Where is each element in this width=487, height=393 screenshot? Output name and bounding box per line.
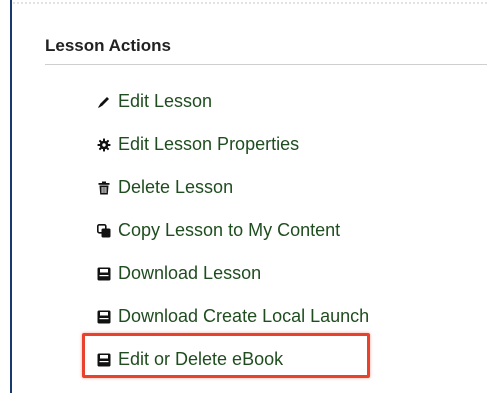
trash-icon	[96, 180, 112, 196]
save-icon	[96, 309, 112, 325]
lesson-actions-heading: Lesson Actions	[45, 36, 171, 55]
left-border	[10, 0, 12, 393]
edit-lesson-link[interactable]: Edit Lesson	[96, 80, 369, 123]
save-icon	[96, 352, 112, 368]
copy-lesson-link[interactable]: Copy Lesson to My Content	[96, 209, 369, 252]
edit-lesson-properties-link[interactable]: Edit Lesson Properties	[96, 123, 369, 166]
copy-icon	[96, 223, 112, 239]
edit-or-delete-ebook-label: Edit or Delete eBook	[118, 349, 284, 369]
edit-lesson-label: Edit Lesson	[118, 91, 213, 111]
edit-or-delete-ebook-link[interactable]: Edit or Delete eBook	[96, 338, 369, 381]
lesson-actions-list: Edit Lesson Edit Lesson Properties Delet…	[96, 80, 369, 381]
delete-lesson-link[interactable]: Delete Lesson	[96, 166, 369, 209]
top-dotted-border	[12, 0, 487, 6]
download-create-local-launch-link[interactable]: Download Create Local Launch	[96, 295, 369, 338]
save-icon	[96, 266, 112, 282]
delete-lesson-label: Delete Lesson	[118, 177, 234, 197]
download-create-local-launch-label: Download Create Local Launch	[118, 306, 370, 326]
download-lesson-label: Download Lesson	[118, 263, 262, 283]
pencil-icon	[96, 94, 112, 110]
heading-divider	[45, 64, 487, 65]
download-lesson-link[interactable]: Download Lesson	[96, 252, 369, 295]
edit-lesson-properties-label: Edit Lesson Properties	[118, 134, 300, 154]
gear-icon	[96, 137, 112, 153]
copy-lesson-label: Copy Lesson to My Content	[118, 220, 341, 240]
lesson-actions-page: Lesson Actions Edit Lesson Edit Lesson P…	[0, 0, 487, 393]
